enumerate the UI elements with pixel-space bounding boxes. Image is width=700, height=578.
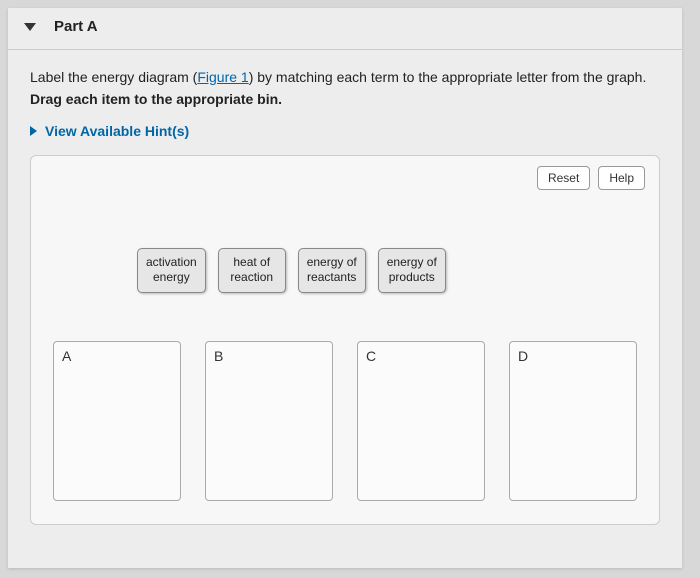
caret-down-icon [24, 23, 36, 31]
bin-b[interactable]: B [205, 341, 333, 501]
part-header[interactable]: Part A [8, 8, 682, 49]
instruction-drag: Drag each item to the appropriate bin. [30, 91, 282, 107]
bin-label: D [518, 348, 628, 364]
drag-item-energy-of-reactants[interactable]: energy ofreactants [298, 248, 366, 293]
bins-row: A B C D [45, 341, 645, 501]
instructions: Label the energy diagram (Figure 1) by m… [8, 50, 682, 119]
bin-label: A [62, 348, 172, 364]
workspace-buttons: Reset Help [45, 166, 645, 190]
bin-d[interactable]: D [509, 341, 637, 501]
hints-label: View Available Hint(s) [45, 123, 189, 139]
reset-button[interactable]: Reset [537, 166, 590, 190]
instruction-text-pre: Label the energy diagram ( [30, 69, 197, 85]
bin-c[interactable]: C [357, 341, 485, 501]
drag-item-energy-of-products[interactable]: energy ofproducts [378, 248, 446, 293]
drag-items-row: activationenergy heat ofreaction energy … [137, 248, 645, 293]
drag-item-heat-of-reaction[interactable]: heat ofreaction [218, 248, 286, 293]
bin-label: B [214, 348, 324, 364]
bin-a[interactable]: A [53, 341, 181, 501]
page-container: Part A Label the energy diagram (Figure … [8, 8, 682, 568]
caret-right-icon [30, 126, 37, 136]
hints-toggle[interactable]: View Available Hint(s) [8, 119, 682, 151]
figure-link[interactable]: Figure 1 [197, 69, 248, 85]
instruction-text-post: ) by matching each term to the appropria… [249, 69, 647, 85]
help-button[interactable]: Help [598, 166, 645, 190]
workspace: Reset Help activationenergy heat ofreact… [30, 155, 660, 525]
bin-label: C [366, 348, 476, 364]
drag-item-activation-energy[interactable]: activationenergy [137, 248, 206, 293]
part-title: Part A [54, 18, 98, 35]
